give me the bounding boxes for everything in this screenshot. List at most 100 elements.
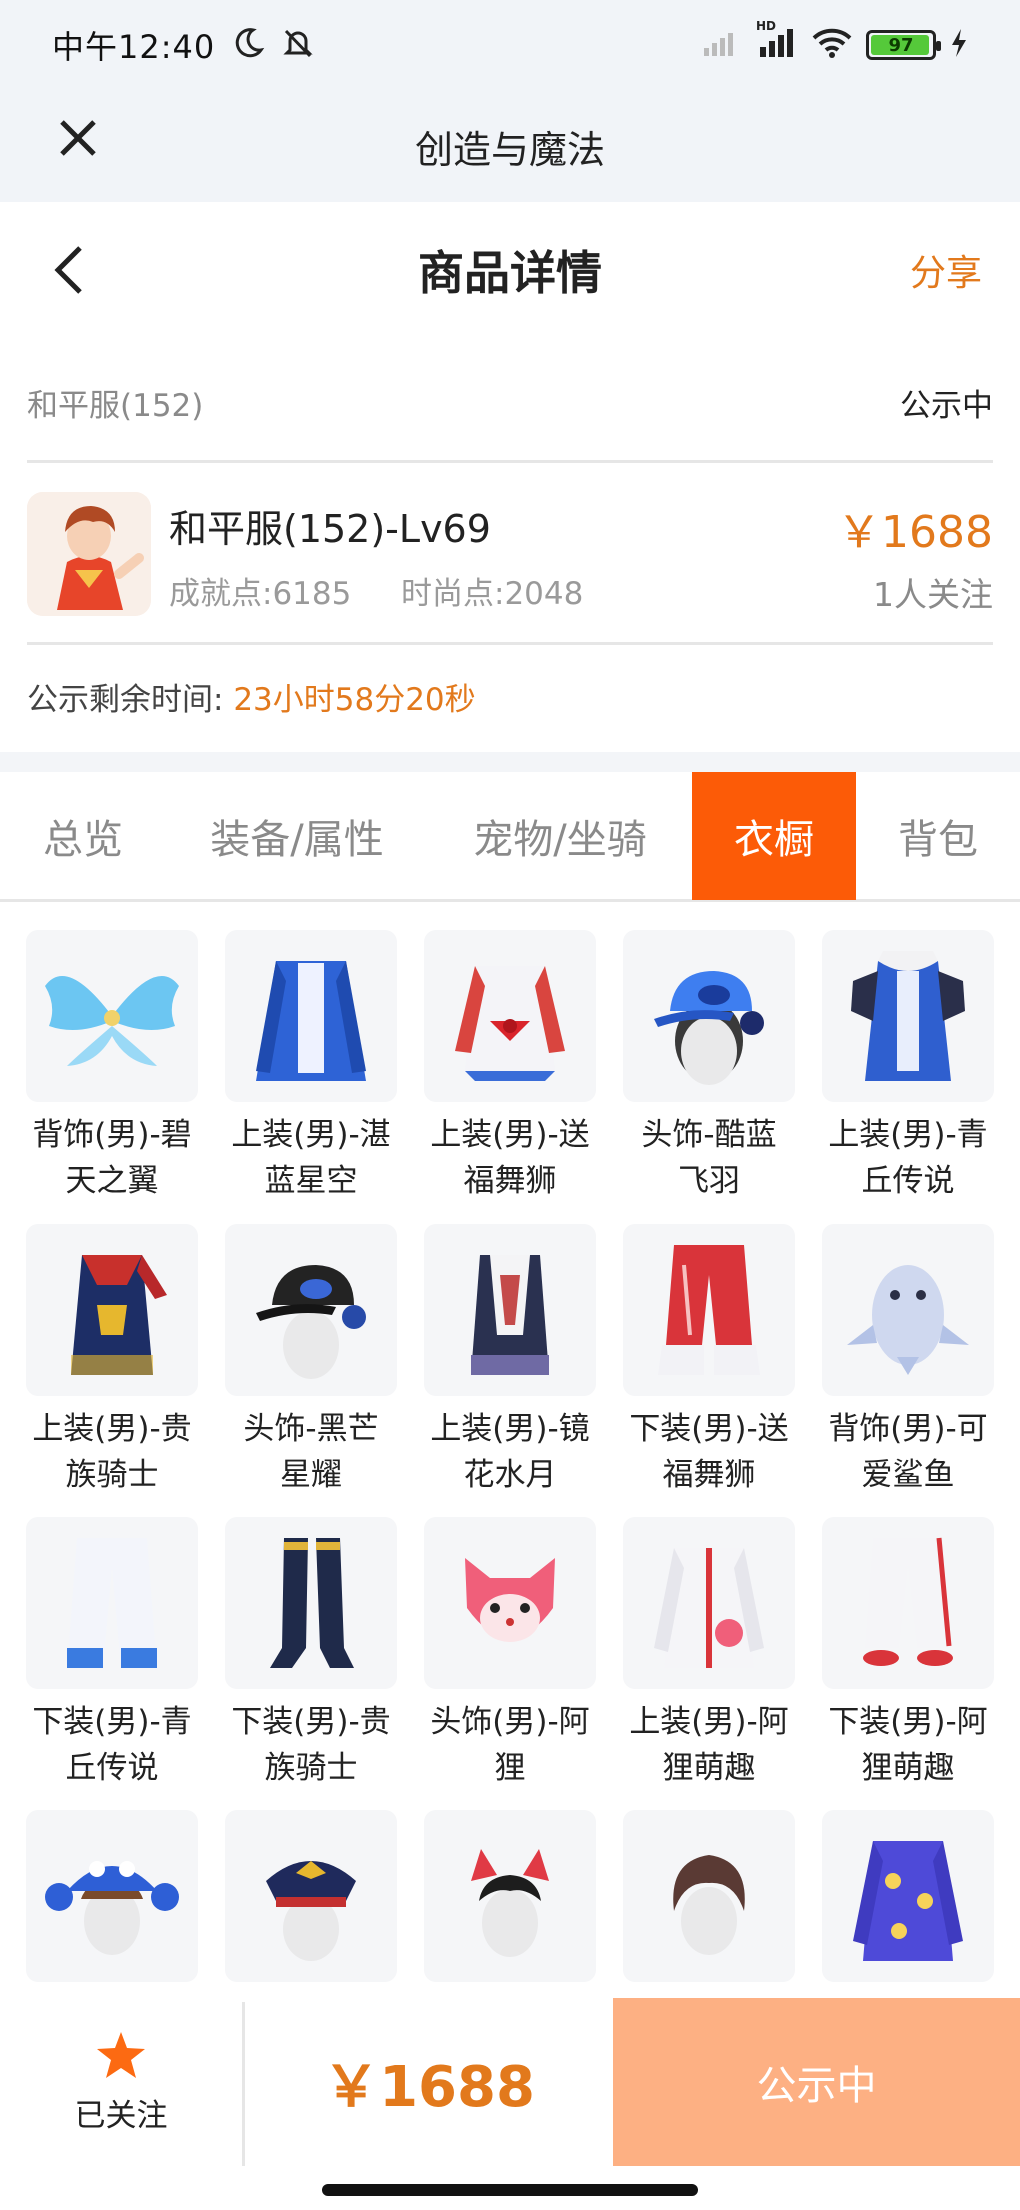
character-name: 和平服(152)-Lv69 <box>169 507 491 551</box>
app-bar: 创造与魔法 <box>0 90 1020 202</box>
shark-icon <box>822 1224 994 1396</box>
timer-value: 23小时58分20秒 <box>233 682 476 718</box>
wings-icon <box>26 930 198 1102</box>
status-right: HD 97 <box>702 19 968 63</box>
wardrobe-item[interactable]: 上装(男)-青 丘传说 <box>822 930 994 1204</box>
item-label-line: 背饰(男)-可 <box>828 1411 988 1447</box>
wardrobe-item-label: 上装(男)-送 福舞狮 <box>410 1112 610 1204</box>
wardrobe-item[interactable]: 头饰(男)-阿狸 <box>424 1517 596 1791</box>
tab-equipment[interactable]: 装备/属性 <box>166 772 428 900</box>
wardrobe-item[interactable]: 背饰(男)-可 爱鲨鱼 <box>822 1224 994 1498</box>
follow-label: 已关注 <box>74 2097 168 2134</box>
wardrobe-item[interactable]: 上装(男)-阿 狸萌趣 <box>623 1517 795 1791</box>
wardrobe-item-label: 下装(男)-阿 狸萌趣 <box>808 1699 1008 1791</box>
character-avatar <box>27 492 151 616</box>
wardrobe-item[interactable]: 下装(男)-青 丘传说 <box>26 1517 198 1791</box>
wardrobe-item[interactable]: 上装(男)-贵 族骑士 <box>26 1224 198 1498</box>
hair-icon <box>623 1810 795 1982</box>
tab-wardrobe[interactable]: 衣橱 <box>692 772 856 900</box>
wardrobe-item-label: 下装(男)-青 丘传说 <box>12 1699 212 1791</box>
bottom-price: ￥1688 <box>323 2054 535 2120</box>
status-bar: 中午12:40 HD 97 <box>0 0 1020 90</box>
octopus-hat-icon <box>26 1810 198 1982</box>
signal-hd-icon: HD <box>756 19 798 63</box>
tab-backpack[interactable]: 背包 <box>856 772 1020 900</box>
item-label-line: 福舞狮 <box>662 1457 756 1493</box>
tab-pets[interactable]: 宠物/坐骑 <box>428 772 692 900</box>
wardrobe-item-label: 上装(男)-湛 蓝星空 <box>211 1112 411 1204</box>
wardrobe-item[interactable]: 头饰-黑芒星耀 <box>225 1224 397 1498</box>
star-icon <box>95 2030 147 2084</box>
fox-jacket-icon <box>623 1517 795 1689</box>
item-label-line: 背饰(男)-碧 <box>32 1117 192 1153</box>
page-header: 商品详情 分享 <box>0 202 1020 338</box>
lion-dance-top-icon <box>424 930 596 1102</box>
wardrobe-item[interactable]: 下装(男)-阿 狸萌趣 <box>822 1517 994 1791</box>
pajama-top-icon <box>822 1810 994 1982</box>
wardrobe-item[interactable]: 上装(男)-镜 花水月 <box>424 1224 596 1498</box>
app-title: 创造与魔法 <box>414 127 605 172</box>
item-label-line: 族骑士 <box>264 1750 358 1786</box>
page-title: 商品详情 <box>418 246 602 300</box>
wardrobe-item-label: 上装(男)-青 丘传说 <box>808 1112 1008 1204</box>
item-label-line: 头饰(男)-阿 <box>430 1704 590 1740</box>
tab-overview[interactable]: 总览 <box>0 772 166 900</box>
item-label-line: 头饰-酷蓝 <box>641 1117 777 1153</box>
item-label-line: 福舞狮 <box>463 1163 557 1199</box>
signal-weak-icon <box>702 28 742 62</box>
divider <box>27 460 993 463</box>
blue-jacket-icon <box>225 930 397 1102</box>
battery-icon: 97 <box>866 30 941 60</box>
black-cap-icon <box>225 1224 397 1396</box>
item-label-line: 上装(男)-送 <box>430 1117 590 1153</box>
wardrobe-item[interactable]: 上装(男)-湛 蓝星空 <box>225 930 397 1204</box>
item-label-line: 丘传说 <box>65 1750 159 1786</box>
network-label: HD <box>756 19 777 33</box>
follow-button[interactable]: 已关注 <box>0 1998 242 2166</box>
fashion-points: 时尚点:2048 <box>401 576 584 612</box>
wardrobe-item-label: 上装(男)-阿 狸萌趣 <box>609 1699 809 1791</box>
jogger-pants-icon <box>822 1517 994 1689</box>
wardrobe-item[interactable]: 背饰(男)-碧 天之翼 <box>26 930 198 1204</box>
publicity-button[interactable]: 公示中 <box>613 1998 1020 2166</box>
white-pants-icon <box>26 1517 198 1689</box>
item-label-line: 星耀 <box>280 1457 342 1493</box>
wardrobe-item[interactable]: 头饰-酷蓝飞羽 <box>623 930 795 1204</box>
armor-top-icon <box>822 930 994 1102</box>
boots-icon <box>225 1517 397 1689</box>
wardrobe-item[interactable]: 下装(男)-贵 族骑士 <box>225 1517 397 1791</box>
item-label-line: 下装(男)-送 <box>629 1411 789 1447</box>
item-label-line: 狸 <box>494 1750 526 1786</box>
server-row: 和平服(152) 公示中 <box>27 372 993 432</box>
wardrobe-item-label: 上装(男)-镜 花水月 <box>410 1406 610 1498</box>
server-name: 和平服(152) <box>27 387 204 424</box>
remaining-time: 公示剩余时间: 23小时58分20秒 <box>27 674 476 719</box>
item-label-line: 头饰-黑芒 <box>243 1411 379 1447</box>
tab-label: 衣橱 <box>734 817 814 863</box>
item-label-line: 族骑士 <box>65 1457 159 1493</box>
item-label-line: 爱鲨鱼 <box>861 1457 955 1493</box>
item-label-line: 狸萌趣 <box>861 1750 955 1786</box>
wardrobe-item-label: 背饰(男)-可 爱鲨鱼 <box>808 1406 1008 1498</box>
listing-status: 公示中 <box>900 387 993 424</box>
item-label-line: 丘传说 <box>861 1163 955 1199</box>
knight-top-icon <box>26 1224 198 1396</box>
wardrobe-item-label: 上装(男)-贵 族骑士 <box>12 1406 212 1498</box>
close-icon[interactable] <box>54 114 102 162</box>
timer-label: 公示剩余时间: <box>27 682 224 718</box>
item-label-line: 狸萌趣 <box>662 1750 756 1786</box>
wardrobe-item-label: 背饰(男)-碧 天之翼 <box>12 1112 212 1204</box>
wardrobe-item[interactable]: 下装(男)-送 福舞狮 <box>623 1224 795 1498</box>
battery-percent: 97 <box>888 34 914 56</box>
tab-label: 宠物/坐骑 <box>473 817 647 863</box>
back-chevron-icon[interactable] <box>50 242 86 298</box>
item-label-line: 花水月 <box>463 1457 557 1493</box>
wardrobe-item[interactable]: 上装(男)-送 福舞狮 <box>424 930 596 1204</box>
bell-muted-icon <box>281 26 315 64</box>
item-label-line: 下装(男)-贵 <box>231 1704 391 1740</box>
item-label-line: 上装(男)-贵 <box>32 1411 192 1447</box>
item-label-line: 飞羽 <box>678 1163 740 1199</box>
share-button[interactable]: 分享 <box>910 244 982 296</box>
officer-hat-icon <box>225 1810 397 1982</box>
home-indicator[interactable] <box>322 2184 698 2196</box>
